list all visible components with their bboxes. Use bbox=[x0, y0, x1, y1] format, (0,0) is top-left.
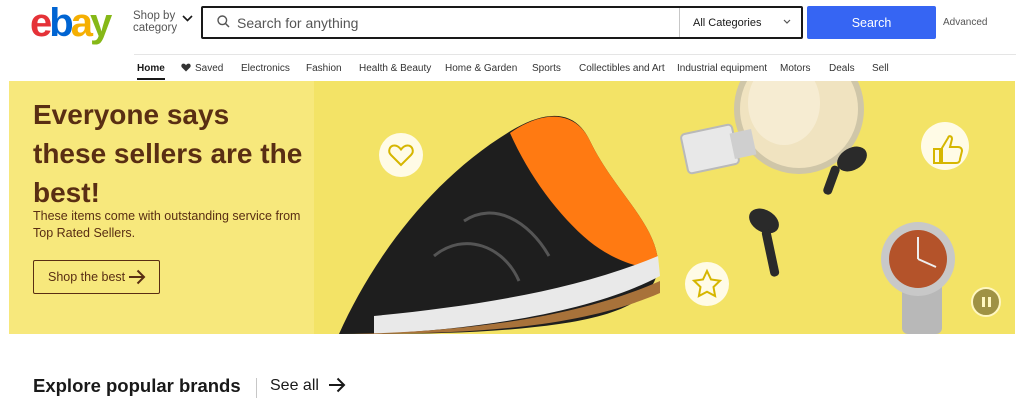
nav-item-saved[interactable]: Saved bbox=[181, 63, 223, 74]
nav-item-deals[interactable]: Deals bbox=[829, 63, 855, 74]
nav-item-motors[interactable]: Motors bbox=[780, 63, 811, 74]
header: ebay Shop by category All Categories Sea… bbox=[0, 0, 1024, 46]
nav-item-electronics[interactable]: Electronics bbox=[241, 63, 290, 74]
search-box: All Categories bbox=[201, 6, 803, 39]
arrow-right-icon bbox=[129, 269, 146, 285]
category-select[interactable]: All Categories bbox=[680, 8, 801, 37]
chevron-down-icon bbox=[182, 15, 193, 22]
brands-section-title: Explore popular brands bbox=[33, 375, 241, 396]
nav-item-label: Saved bbox=[195, 63, 224, 74]
nav-item-home-garden[interactable]: Home & Garden bbox=[445, 63, 517, 74]
hero-image-panel bbox=[314, 81, 1015, 334]
nav-divider bbox=[134, 54, 1016, 55]
nav-item-collectibles-art[interactable]: Collectibles and Art bbox=[579, 63, 665, 74]
nav-item-industrial-equipment[interactable]: Industrial equipment bbox=[677, 63, 767, 74]
heart-badge-icon bbox=[379, 133, 423, 177]
shop-the-best-button[interactable]: Shop the best bbox=[33, 260, 160, 294]
shop-the-best-label: Shop the best bbox=[48, 270, 126, 284]
advanced-search-link[interactable]: Advanced bbox=[943, 17, 987, 28]
search-input[interactable] bbox=[237, 8, 677, 37]
perfume-bottle-image bbox=[680, 81, 864, 175]
hero-text-panel: Everyone says these sellers are the best… bbox=[9, 81, 314, 334]
nav-item-fashion[interactable]: Fashion bbox=[306, 63, 342, 74]
heart-icon bbox=[181, 63, 191, 72]
pause-button[interactable] bbox=[971, 287, 1001, 317]
shop-by-category-label: Shop by category bbox=[133, 10, 178, 34]
category-select-label: All Categories bbox=[693, 17, 762, 29]
hero-subtitle: These items come with outstanding servic… bbox=[33, 209, 301, 240]
star-badge-icon bbox=[685, 262, 729, 306]
arrow-right-icon bbox=[329, 377, 346, 393]
watch-image bbox=[881, 222, 955, 334]
hero-product-illustration bbox=[339, 81, 969, 334]
ebay-logo[interactable]: ebay bbox=[30, 3, 112, 43]
chevron-down-icon bbox=[783, 19, 791, 24]
search-button[interactable]: Search bbox=[807, 6, 936, 39]
nav-item-home[interactable]: Home bbox=[137, 63, 165, 80]
nav-item-sports[interactable]: Sports bbox=[532, 63, 561, 74]
see-all-link[interactable]: See all bbox=[270, 377, 346, 395]
thumbs-up-badge-icon bbox=[921, 122, 969, 170]
shop-by-category-button[interactable]: Shop by category bbox=[133, 10, 195, 35]
hero-banner[interactable]: Everyone says these sellers are the best… bbox=[9, 81, 1015, 334]
search-icon bbox=[217, 15, 230, 28]
hero-title: Everyone says these sellers are the best… bbox=[33, 99, 303, 208]
pause-icon bbox=[982, 297, 985, 307]
nav-item-sell[interactable]: Sell bbox=[872, 63, 889, 74]
nav-item-health-beauty[interactable]: Health & Beauty bbox=[359, 63, 431, 74]
brands-divider bbox=[256, 378, 257, 398]
category-nav: Home Saved Electronics Fashion Health & … bbox=[0, 56, 1024, 80]
see-all-label: See all bbox=[270, 377, 319, 394]
pause-icon bbox=[988, 297, 991, 307]
